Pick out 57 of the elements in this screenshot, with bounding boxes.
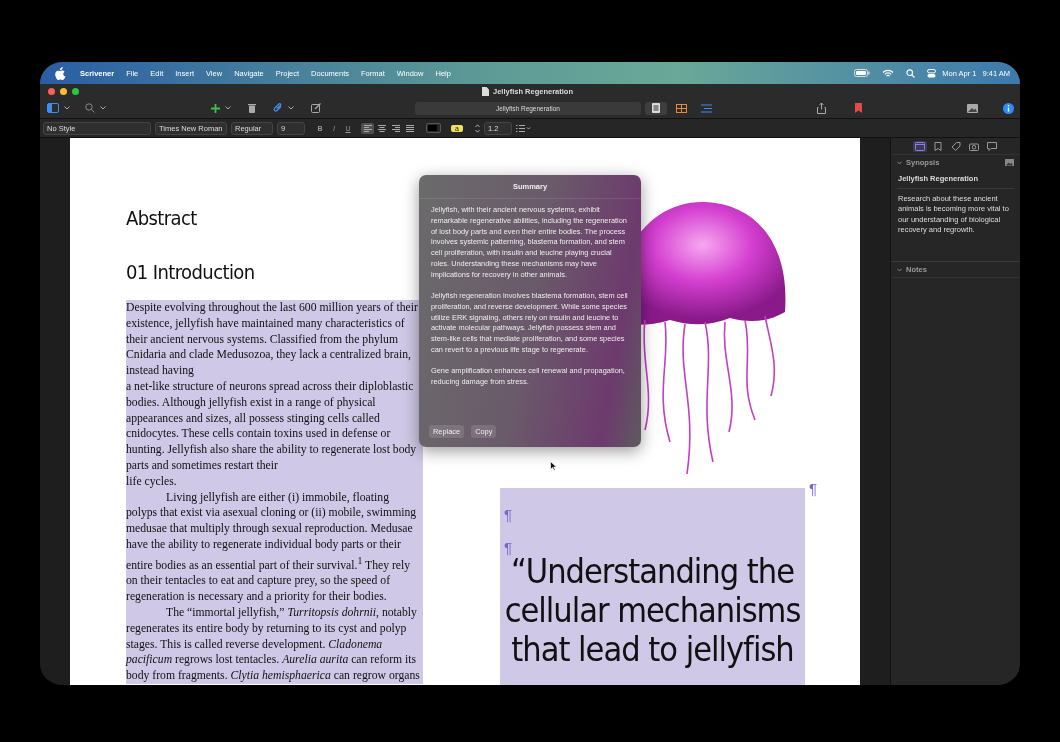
info-icon[interactable] — [1003, 102, 1014, 114]
list-icon[interactable] — [515, 124, 531, 132]
align-center-button[interactable] — [375, 122, 388, 134]
grid-icon — [675, 103, 687, 113]
caret-icon[interactable] — [288, 106, 294, 110]
document-icon — [482, 87, 489, 96]
alignment-icon — [391, 124, 400, 132]
search-icon[interactable] — [85, 103, 95, 113]
caret-icon[interactable] — [64, 106, 70, 110]
align-right-button[interactable] — [389, 122, 402, 134]
body-paragraph: The “immortal jellyfish,” Turritopsis dohrnii, notably regenerates its entire body by returning to its cyst and polyp stages. This is called reverse development. Cladonema pacificum regrows lost tentacles. Aurelia aurita can reform its body from fragments. Clytia hemisphaerica can regrow organs — [126, 605, 423, 684]
paragraph-mark: ¶ — [504, 506, 513, 523]
wifi-icon[interactable] — [882, 68, 895, 78]
share-icon[interactable] — [817, 102, 826, 114]
apple-logo-icon[interactable] — [55, 66, 66, 80]
text-color-well[interactable] — [426, 123, 441, 133]
chevron-icon[interactable] — [897, 160, 902, 165]
document-icon — [652, 103, 660, 113]
paperclip-icon[interactable] — [273, 103, 283, 113]
line-spacing-icon[interactable] — [474, 123, 480, 133]
bookmark-icon[interactable] — [855, 103, 862, 113]
battery-icon[interactable] — [854, 69, 871, 77]
heading: 01 Introduction — [126, 260, 256, 284]
bookmark-icon — [932, 142, 943, 151]
speech-bubble-icon — [986, 142, 997, 151]
add-icon[interactable] — [211, 103, 220, 113]
zoom-window-button[interactable] — [72, 87, 79, 95]
control-center-icon[interactable] — [927, 68, 937, 78]
justify-button[interactable] — [403, 122, 416, 134]
body-paragraph: Living jellyfish are either (i) immobile, floating polyps that exist via asexual cloning or (ii) mobile, swimming medusae that multiply through sexual reproduction. Medusae have the ability to regenerate individual body parts or their entire bodies as an essential part of their survival.$^{1}$ They rely on their tentacles to eat and capture prey, so the speed of regeneration is necessary and a priority for their bodies. — [126, 489, 423, 606]
search-icon[interactable] — [906, 68, 916, 78]
close-window-button[interactable] — [48, 87, 55, 95]
snapshots-tab[interactable] — [966, 141, 981, 152]
index-card-icon — [914, 142, 925, 151]
image-icon[interactable] — [1005, 159, 1014, 166]
tag-icon — [950, 142, 961, 151]
image-icon[interactable] — [967, 103, 978, 113]
synopsis-tab[interactable] — [912, 141, 927, 152]
sidebar-toggle-icon[interactable] — [47, 103, 59, 113]
alignment-icon — [377, 124, 386, 132]
alignment-icon — [363, 124, 372, 132]
outline-icon — [700, 103, 712, 113]
trash-icon[interactable] — [248, 103, 256, 113]
comments-tab[interactable] — [984, 141, 999, 152]
document-view-button[interactable] — [645, 101, 667, 115]
caret-icon[interactable] — [225, 106, 231, 110]
body-paragraph: Despite evolving throughout the last 600 million years of their existence, jellyfish have maintained many characteristics of their ancient nervous systems. Classified from the phylum Cnidaria and clade Medusozoa, they lack a centralized brain, instead having a net-like structure of neurons spread across their diploblastic bodies. Although jellyfish exist in a range of physical appearances and sizes, all possess stinging cells called cnidocytes. These cells contain toxins used in defense or hunting. Jellyfish also share the ability to regenerate lost body parts and sometimes restart their life cycles. — [126, 300, 423, 490]
paragraph-mark: ¶ — [808, 480, 817, 497]
caret-icon[interactable] — [100, 106, 106, 110]
compose-icon[interactable] — [311, 103, 322, 113]
alignment-icon — [405, 124, 414, 132]
chevron-icon[interactable] — [897, 267, 902, 272]
align-left-button[interactable] — [361, 122, 374, 134]
minimize-window-button[interactable] — [60, 87, 67, 95]
heading: Abstract — [126, 206, 198, 230]
camera-icon — [968, 142, 979, 151]
pointer-cursor-icon — [550, 461, 557, 471]
